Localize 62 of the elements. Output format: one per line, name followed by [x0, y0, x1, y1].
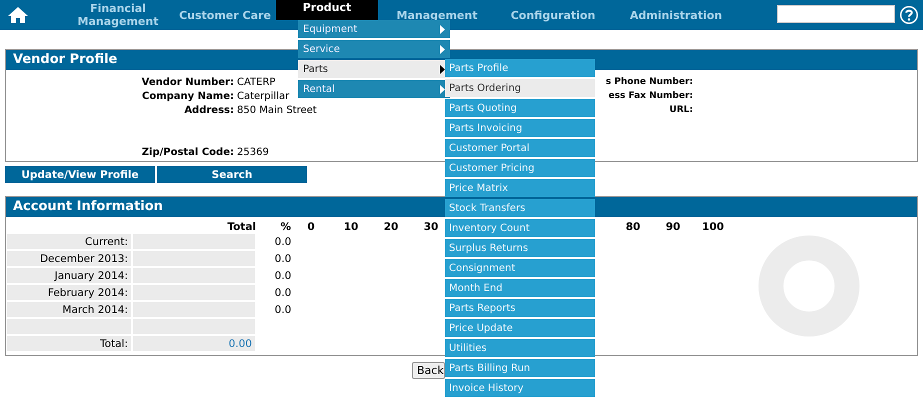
row-label: December 2013:	[7, 251, 131, 268]
percent-cell: 0.0	[257, 268, 309, 285]
percent-cell: 0.0	[257, 285, 309, 302]
home-icon	[7, 6, 29, 24]
action-button[interactable]: Search	[157, 166, 307, 183]
row-label: January 2014:	[7, 268, 131, 285]
field-label: Vendor Number:	[140, 76, 234, 88]
nav-tab[interactable]: Product	[276, 0, 378, 20]
submenu-item[interactable]: Inventory Count	[445, 219, 595, 237]
nav-tab[interactable]: Financial Management	[60, 2, 176, 28]
submenu-item[interactable]: Utilities	[445, 339, 595, 357]
nav-tab[interactable]: Customer Care	[176, 8, 274, 22]
row-label: Current:	[7, 234, 131, 251]
nav-tab[interactable]: Configuration	[497, 8, 609, 22]
help-icon	[899, 5, 919, 25]
column-header: Total	[226, 220, 256, 232]
field-label: URL:	[668, 105, 693, 115]
submenu-item[interactable]: Parts Billing Run	[445, 359, 595, 377]
submenu-item[interactable]: Stock Transfers	[445, 199, 595, 217]
submenu-item[interactable]: Parts Profile	[445, 59, 595, 77]
submenu-item[interactable]: Parts Ordering	[445, 79, 595, 97]
scale-tick: 30	[422, 220, 440, 232]
percent-cell: 0.0	[257, 251, 309, 268]
field-label: Address:	[183, 104, 234, 116]
nav-tab[interactable]: Administration	[614, 8, 738, 22]
percent-cell: 0.0	[257, 234, 309, 251]
field-label: ess Fax Number:	[608, 91, 693, 101]
field-label: Company Name:	[141, 90, 234, 102]
search-field[interactable]	[777, 5, 895, 23]
row-label: March 2014:	[7, 302, 131, 319]
scale-tick: 10	[342, 220, 360, 232]
percent-cell: 0.0	[257, 302, 309, 319]
row-label: Total:	[7, 336, 131, 353]
submenu-item[interactable]: Price Update	[445, 319, 595, 337]
submenu-item[interactable]: Parts Invoicing	[445, 119, 595, 137]
submenu-item[interactable]: Month End	[445, 279, 595, 297]
scale-tick: 100	[701, 220, 725, 232]
scale-tick: 80	[624, 220, 642, 232]
submenu-item[interactable]: Surplus Returns	[445, 239, 595, 257]
scale-tick: 90	[664, 220, 682, 232]
field-label: s Phone Number:	[604, 77, 693, 87]
column-header: %	[279, 220, 291, 232]
nav-tab[interactable]: Management	[382, 8, 492, 22]
scale-tick: 0	[306, 220, 316, 232]
submenu-item[interactable]: Parts Reports	[445, 299, 595, 317]
field-value: Caterpillar	[236, 90, 290, 102]
scale-tick: 20	[382, 220, 400, 232]
action-button[interactable]: Update/View Profile	[5, 166, 155, 183]
total-value: 0.00	[133, 336, 255, 353]
submenu-item[interactable]: Consignment	[445, 259, 595, 277]
submenu-item[interactable]: Customer Pricing	[445, 159, 595, 177]
submenu-item[interactable]: Customer Portal	[445, 139, 595, 157]
submenu-item[interactable]: Invoice History	[445, 379, 595, 397]
menu-item[interactable]: Rental	[298, 80, 450, 98]
submenu-item[interactable]: Parts Quoting	[445, 99, 595, 117]
menu-item[interactable]: Parts	[298, 60, 450, 78]
menu-item[interactable]: Service	[298, 40, 450, 58]
field-label: Zip/Postal Code:	[140, 146, 234, 158]
submenu-item[interactable]: Price Matrix	[445, 179, 595, 197]
row-label: February 2014:	[7, 285, 131, 302]
menu-item[interactable]: Equipment	[298, 20, 450, 38]
back-button[interactable]: Back	[412, 362, 445, 379]
